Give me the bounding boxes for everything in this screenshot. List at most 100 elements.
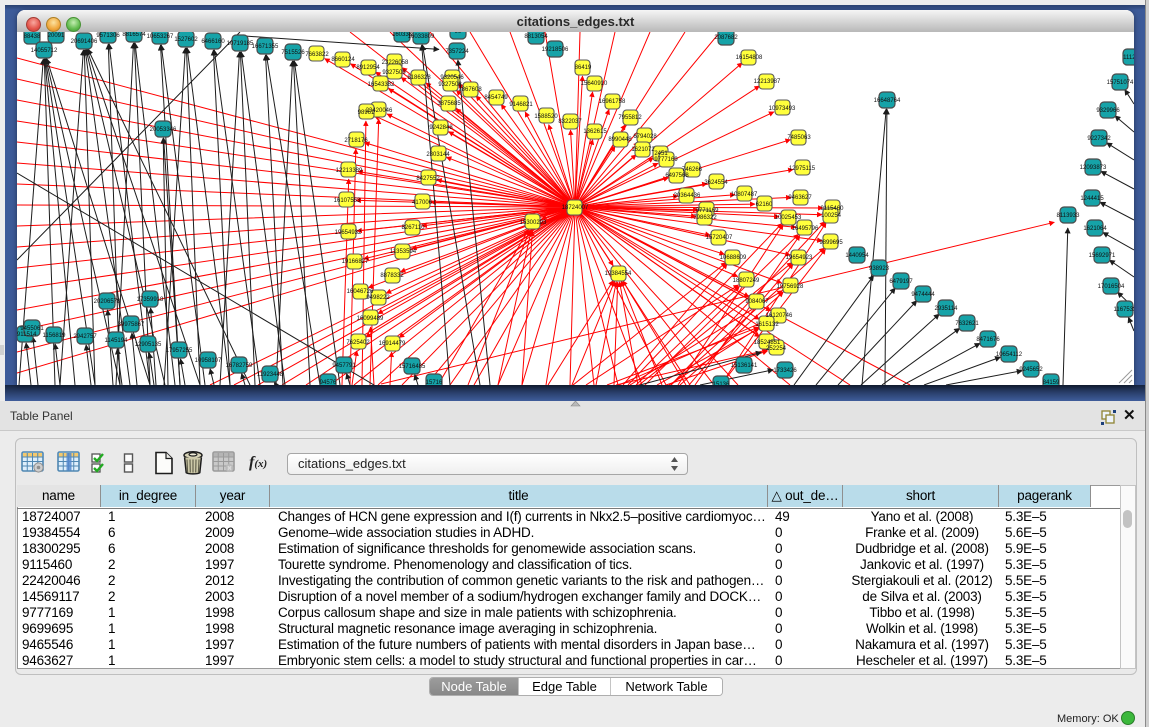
svg-text:84159: 84159 xyxy=(1043,380,1060,385)
svg-text:9457791: 9457791 xyxy=(332,363,356,369)
svg-text:7625402: 7625402 xyxy=(346,340,370,346)
svg-text:9115460: 9115460 xyxy=(821,206,845,212)
svg-text:417006: 417006 xyxy=(412,200,433,206)
svg-text:94576: 94576 xyxy=(320,380,337,385)
svg-text:19166827: 19166827 xyxy=(342,259,369,265)
svg-text:6479197: 6479197 xyxy=(889,279,913,285)
svg-text:15716485: 15716485 xyxy=(399,364,426,370)
svg-text:16033809: 16033809 xyxy=(408,34,435,40)
svg-text:11123: 11123 xyxy=(1123,55,1134,61)
svg-text:10688609: 10688609 xyxy=(720,255,747,261)
svg-text:14055712: 14055712 xyxy=(31,48,58,54)
svg-text:9463627: 9463627 xyxy=(788,195,812,201)
svg-text:8454749: 8454749 xyxy=(484,95,508,101)
svg-text:8113933: 8113933 xyxy=(1057,213,1081,219)
svg-text:1621064: 1621064 xyxy=(1083,226,1107,232)
svg-text:19654932: 19654932 xyxy=(335,230,362,236)
svg-text:86419: 86419 xyxy=(575,65,592,71)
svg-text:8990448: 8990448 xyxy=(608,137,632,143)
svg-text:16782759: 16782759 xyxy=(226,363,253,369)
svg-text:9455061: 9455061 xyxy=(20,326,44,332)
svg-text:10654112: 10654112 xyxy=(996,352,1023,358)
svg-text:7986322: 7986322 xyxy=(693,215,717,221)
svg-text:19218506: 19218506 xyxy=(542,47,569,53)
svg-text:3624554: 3624554 xyxy=(704,180,728,186)
svg-text:9245652: 9245652 xyxy=(1019,367,1043,373)
svg-text:10807487: 10807487 xyxy=(731,192,758,198)
svg-text:16543382: 16543382 xyxy=(368,82,395,88)
svg-text:1167533: 1167533 xyxy=(1114,307,1134,313)
svg-text:12905135: 12905135 xyxy=(135,342,162,348)
svg-text:1733426: 1733426 xyxy=(773,368,797,374)
svg-text:2087682: 2087682 xyxy=(714,35,738,41)
svg-text:8427552: 8427552 xyxy=(416,176,440,182)
svg-text:9777169: 9777169 xyxy=(654,157,678,163)
svg-text:12975115: 12975115 xyxy=(789,166,816,172)
svg-text:15136: 15136 xyxy=(713,382,730,385)
svg-text:16495796: 16495796 xyxy=(792,226,819,232)
svg-text:1527602: 1527602 xyxy=(174,37,198,43)
svg-text:17359918: 17359918 xyxy=(137,297,164,303)
svg-text:7357224: 7357224 xyxy=(445,49,469,55)
svg-text:3875685: 3875685 xyxy=(437,101,461,107)
svg-text:15136141: 15136141 xyxy=(731,363,758,369)
svg-text:9329966: 9329966 xyxy=(1096,108,1120,114)
svg-text:1440954: 1440954 xyxy=(845,253,869,259)
svg-text:10958107: 10958107 xyxy=(195,358,222,364)
svg-text:100254: 100254 xyxy=(821,213,842,219)
svg-text:20053346: 20053346 xyxy=(150,127,177,133)
svg-text:938923: 938923 xyxy=(869,266,890,272)
svg-text:10973493: 10973493 xyxy=(769,106,796,112)
svg-text:16099489: 16099489 xyxy=(357,316,384,322)
svg-text:19654923: 19654923 xyxy=(786,255,813,261)
svg-text:98961: 98961 xyxy=(358,110,375,116)
svg-text:16120746: 16120746 xyxy=(766,313,793,319)
svg-text:15751074: 15751074 xyxy=(1107,80,1134,86)
svg-text:2803144: 2803144 xyxy=(426,152,450,158)
svg-text:7632621: 7632621 xyxy=(955,321,979,327)
svg-text:16671355: 16671355 xyxy=(252,44,279,50)
svg-text:20364436: 20364436 xyxy=(674,193,701,199)
svg-text:2718176: 2718176 xyxy=(344,138,368,144)
svg-text:23226058: 23226058 xyxy=(382,60,409,66)
svg-text:8322037: 8322037 xyxy=(558,119,582,125)
svg-text:3911514: 3911514 xyxy=(17,332,37,338)
svg-text:9084067: 9084067 xyxy=(745,299,769,305)
svg-text:15692971: 15692971 xyxy=(1089,253,1116,259)
svg-text:7515526: 7515526 xyxy=(281,50,305,56)
svg-text:9771169: 9771169 xyxy=(696,208,720,214)
svg-text:6794028: 6794028 xyxy=(633,134,657,140)
svg-text:6497568: 6497568 xyxy=(665,173,689,179)
svg-text:1615132: 1615132 xyxy=(755,322,779,328)
svg-text:15640910: 15640910 xyxy=(581,81,608,87)
svg-text:19384554: 19384554 xyxy=(605,271,632,277)
svg-text:7485063: 7485063 xyxy=(787,135,811,141)
svg-text:2942757: 2942757 xyxy=(73,334,97,340)
svg-text:11353594: 11353594 xyxy=(390,249,417,255)
svg-text:16914479: 16914479 xyxy=(379,341,406,347)
svg-text:99: 99 xyxy=(455,32,462,35)
svg-text:20691406: 20691406 xyxy=(71,39,98,45)
svg-text:1145194: 1145194 xyxy=(105,338,129,344)
svg-text:8813054: 8813054 xyxy=(524,34,548,40)
svg-text:9327509: 9327509 xyxy=(382,70,406,76)
svg-text:20091: 20091 xyxy=(48,33,65,39)
svg-text:8267110: 8267110 xyxy=(402,225,426,231)
svg-text:8471676: 8471676 xyxy=(976,337,1000,343)
svg-text:8816574: 8816574 xyxy=(122,32,146,38)
svg-text:10653267: 10653267 xyxy=(147,34,174,40)
svg-text:10719185: 10719185 xyxy=(227,41,254,47)
svg-text:20206578: 20206578 xyxy=(94,299,121,305)
svg-text:8660124: 8660124 xyxy=(331,57,355,63)
svg-text:16648764: 16648764 xyxy=(874,98,901,104)
svg-text:1156819: 1156819 xyxy=(43,333,67,339)
svg-text:7663822: 7663822 xyxy=(305,52,329,58)
svg-text:39975867: 39975867 xyxy=(118,322,145,328)
svg-text:2935114: 2935114 xyxy=(935,306,959,312)
svg-text:11923448: 11923448 xyxy=(257,372,284,378)
svg-text:9498222: 9498222 xyxy=(366,295,390,301)
svg-text:2867608: 2867608 xyxy=(458,87,482,93)
svg-text:8186328: 8186328 xyxy=(407,75,431,81)
svg-text:7955812: 7955812 xyxy=(618,115,642,121)
svg-text:17957255: 17957255 xyxy=(166,348,193,354)
